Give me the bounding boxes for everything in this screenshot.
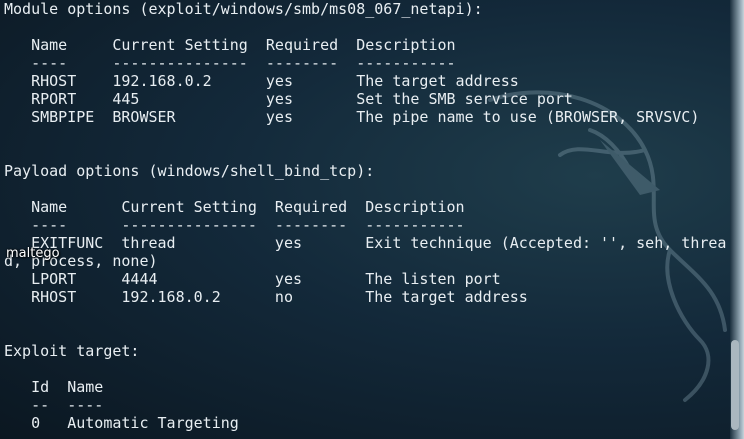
- payload-options-divider: ---- --------------- -------- ----------…: [4, 216, 465, 234]
- exploit-target-header: Id Name: [4, 378, 104, 396]
- exploit-target-row: 0 Automatic Targeting: [4, 414, 239, 432]
- exploit-target-divider: -- ----: [4, 396, 104, 414]
- payload-option-row: EXITFUNC thread yes Exit technique (Acce…: [4, 234, 727, 252]
- module-options-header: Name Current Setting Required Descriptio…: [4, 36, 456, 54]
- exploit-target-heading: Exploit target:: [4, 342, 140, 360]
- module-options-heading: Module options (exploit/windows/smb/ms08…: [4, 0, 483, 18]
- module-options-divider: ---- --------------- -------- ----------…: [4, 54, 456, 72]
- terminal-window[interactable]: Module options (exploit/windows/smb/ms08…: [0, 0, 744, 439]
- payload-option-row: RHOST 192.168.0.2 no The target address: [4, 288, 528, 306]
- module-option-row: RPORT 445 yes Set the SMB service port: [4, 90, 573, 108]
- payload-options-header: Name Current Setting Required Descriptio…: [4, 198, 465, 216]
- payload-options-heading: Payload options (windows/shell_bind_tcp)…: [4, 162, 375, 180]
- module-option-row: SMBPIPE BROWSER yes The pipe name to use…: [4, 108, 700, 126]
- maltego-desktop-label[interactable]: maltego: [6, 246, 60, 261]
- scrollbar-thumb[interactable]: [731, 340, 739, 430]
- module-option-row: RHOST 192.168.0.2 yes The target address: [4, 72, 519, 90]
- payload-option-row: LPORT 4444 yes The listen port: [4, 270, 501, 288]
- terminal-scrollbar[interactable]: [731, 0, 739, 439]
